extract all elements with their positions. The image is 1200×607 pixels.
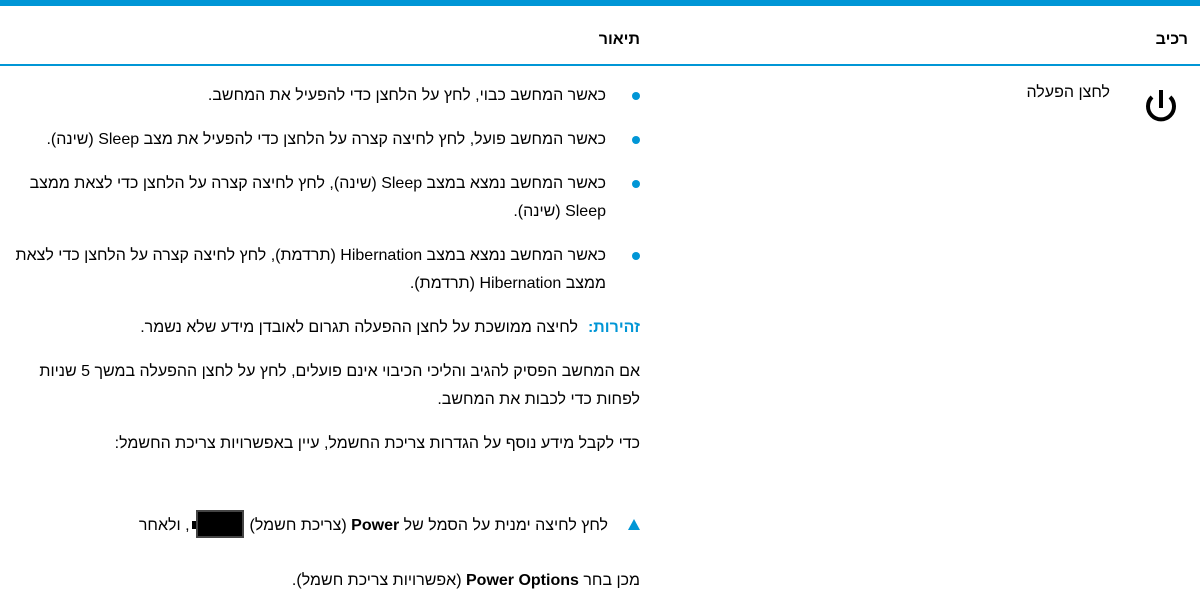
bullet-text: כאשר המחשב כבוי, לחץ על הלחצן כדי להפעיל…: [207, 87, 606, 104]
bullet-list: כאשר המחשב כבוי, לחץ על הלחצן כדי להפעיל…: [0, 82, 640, 298]
bullet-icon: [632, 180, 640, 188]
warning-note: זהירות: לחיצה ממושכת על לחצן ההפעלה תגרום…: [0, 314, 640, 342]
bullet-text: כאשר המחשב נמצא במצב Sleep (שינה), לחץ ל…: [29, 175, 606, 220]
step-text-4: מכן בחר: [583, 572, 640, 589]
power-settings-paragraph: כדי לקבל מידע נוסף על הגדרות צריכת החשמל…: [114, 435, 640, 452]
header-component: רכיב: [1155, 31, 1188, 48]
step-power-bold: Power: [351, 517, 400, 535]
warning-label: זהירות:: [587, 319, 640, 336]
description-cell: כאשר המחשב כבוי, לחץ על הלחצן כדי להפעיל…: [0, 82, 640, 458]
step-text-1: לחץ לחיצה ימנית על הסמל של: [403, 517, 608, 535]
step-text-2: (צריכת חשמל): [249, 517, 347, 535]
step-options-bold: Power Options: [466, 572, 579, 589]
step-line-2: מכן בחר Power Options (אפשרויות צריכת חש…: [292, 567, 640, 595]
battery-icon: [191, 510, 244, 538]
list-item: כאשר המחשב נמצא במצב Hibernation (תרדמת)…: [0, 242, 640, 298]
bullet-text: כאשר המחשב נמצא במצב Hibernation (תרדמת)…: [15, 247, 606, 292]
bullet-icon: [632, 252, 640, 260]
list-item: כאשר המחשב כבוי, לחץ על הלחצן כדי להפעיל…: [0, 82, 640, 110]
header-description: תיאור: [598, 31, 640, 48]
battery-nub: [191, 521, 196, 529]
list-item: כאשר המחשב נמצא במצב Sleep (שינה), לחץ ל…: [0, 170, 640, 226]
bullet-icon: [632, 136, 640, 144]
bullet-text: כאשר המחשב פועל, לחץ לחיצה קצרה על הלחצן…: [46, 131, 606, 148]
power-icon: [1146, 90, 1176, 122]
step-triangle-icon: [628, 518, 640, 530]
table-header-row: רכיב תיאור: [0, 6, 1200, 66]
shutdown-paragraph: אם המחשב הפסיק להגיב והליכי הכיבוי אינם …: [39, 363, 640, 408]
bullet-icon: [632, 92, 640, 100]
step-text-5: (אפשרויות צריכת חשמל).: [291, 572, 462, 589]
step-line-1: לחץ לחיצה ימנית על הסמל של Power (צריכת …: [138, 510, 640, 540]
component-label: לחצן הפעלה: [1026, 84, 1110, 101]
warning-text: לחיצה ממושכת על לחצן ההפעלה תגרום לאובדן…: [140, 319, 578, 336]
list-item: כאשר המחשב פועל, לחץ לחיצה קצרה על הלחצן…: [0, 126, 640, 154]
step-text-3: , ולאחר: [138, 517, 190, 535]
